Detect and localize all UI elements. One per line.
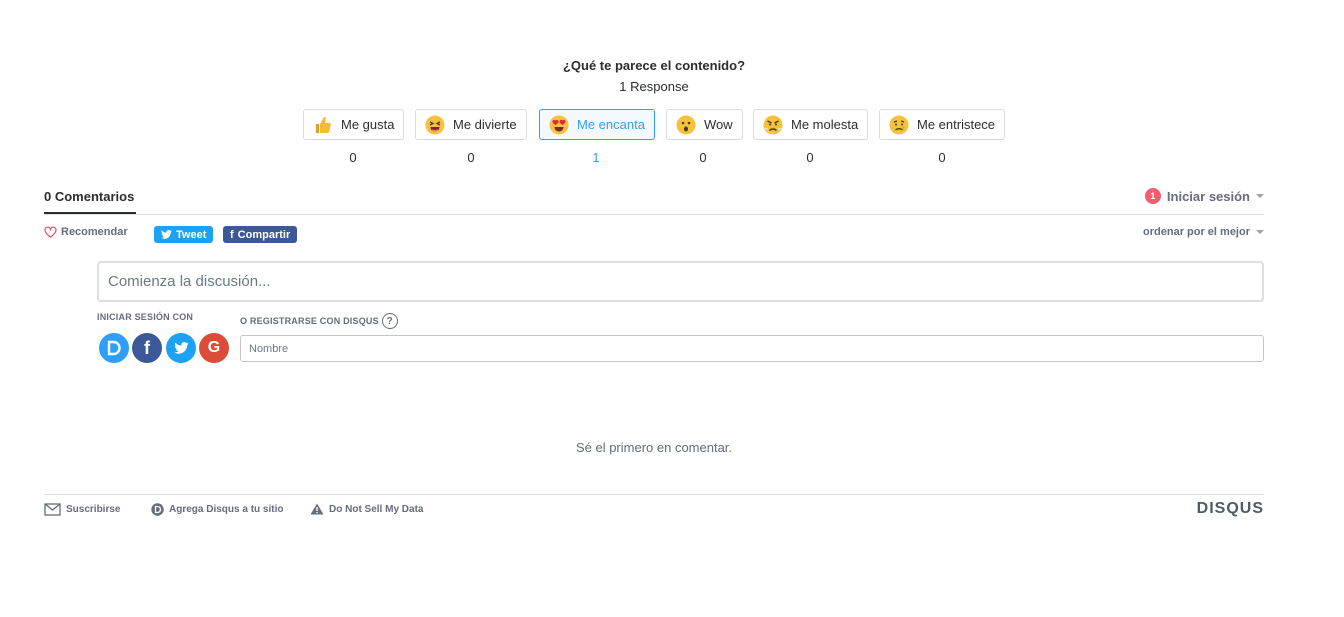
twitter-login-button[interactable] (166, 333, 196, 363)
comment-composer[interactable]: Comienza la discusión... (97, 261, 1264, 302)
notification-badge: 1 (1144, 188, 1161, 204)
google-login-button[interactable]: G (199, 333, 229, 363)
thumbs-up-icon (313, 115, 333, 135)
reaction-count-me-divierte: 0 (467, 150, 475, 165)
reactions-title: ¿Qué te parece el contenido? (562, 58, 746, 73)
recommend-button[interactable]: Recomendar (44, 226, 128, 238)
facebook-icon: f (230, 228, 234, 241)
facebook-login-button[interactable]: f (132, 333, 162, 363)
reaction-button-me-gusta[interactable]: Me gusta (303, 109, 405, 140)
tweet-label: Tweet (176, 228, 207, 241)
disqus-icon (151, 503, 164, 516)
do-not-sell-link[interactable]: Do Not Sell My Data (310, 503, 423, 515)
warning-icon (310, 503, 324, 515)
reaction-count-me-gusta: 0 (349, 150, 357, 165)
header-divider (44, 214, 1264, 215)
reaction-count-me-entristece: 0 (938, 150, 946, 165)
reaction-label: Me encanta (577, 117, 645, 132)
facebook-icon: f (144, 337, 150, 358)
reaction-label: Wow (704, 117, 733, 132)
google-icon: G (207, 339, 221, 356)
reaction-button-me-molesta[interactable]: Me molesta (753, 109, 869, 140)
empty-thread-message: Sé el primero en comentar. (575, 440, 733, 455)
reaction-count-wow: 0 (699, 150, 707, 165)
login-with-label: INICIAR SESIÓN CON (97, 312, 194, 322)
disqus-icon (107, 340, 121, 356)
disqus-logo[interactable]: DISQUS (1197, 500, 1264, 518)
envelope-icon (44, 503, 61, 516)
do-not-sell-label: Do Not Sell My Data (329, 503, 424, 515)
reaction-button-me-divierte[interactable]: Me divierte (415, 109, 527, 140)
angry-face-icon (763, 115, 783, 135)
add-disqus-link[interactable]: Agrega Disqus a tu sitio (151, 503, 283, 516)
heart-eyes-face-icon (549, 115, 569, 135)
reaction-label: Me divierte (453, 117, 517, 132)
chevron-down-icon (1256, 194, 1264, 198)
reaction-label: Me molesta (791, 117, 859, 132)
register-with-disqus: O REGISTRARSE CON DISQUS ? (240, 313, 398, 329)
twitter-icon (161, 230, 172, 239)
facebook-share-button[interactable]: f Compartir (223, 226, 298, 243)
twitter-icon (173, 342, 189, 354)
reaction-label: Me entristece (917, 117, 996, 132)
subscribe-link[interactable]: Suscribirse (44, 503, 120, 516)
name-field[interactable] (240, 335, 1264, 362)
help-icon[interactable]: ? (381, 313, 398, 329)
composer-placeholder: Comienza la discusión... (108, 273, 271, 290)
add-disqus-label: Agrega Disqus a tu sitio (169, 504, 284, 515)
recommend-label: Recomendar (61, 226, 128, 238)
sort-dropdown[interactable]: ordenar por el mejor (1143, 226, 1264, 238)
register-label: O REGISTRARSE CON DISQUS (240, 316, 379, 326)
reactions-response-count: 1 Response (619, 79, 689, 94)
login-label: Iniciar sesión (1166, 188, 1250, 204)
tweet-button[interactable]: Tweet (154, 226, 214, 243)
sort-label: ordenar por el mejor (1143, 226, 1250, 238)
reaction-label: Me gusta (341, 117, 395, 132)
reaction-count-me-molesta: 0 (806, 150, 814, 165)
sad-face-icon (889, 115, 909, 135)
surprised-face-icon (676, 115, 696, 135)
disqus-login-button[interactable] (99, 333, 129, 363)
subscribe-label: Suscribirse (66, 504, 121, 515)
login-menu[interactable]: 1 Iniciar sesión (1144, 188, 1264, 204)
reaction-button-me-encanta[interactable]: Me encanta (539, 109, 655, 140)
reaction-button-me-entristece[interactable]: Me entristece (879, 109, 1006, 140)
tab-comments[interactable]: 0 Comentarios (44, 189, 134, 204)
laughing-face-icon (425, 115, 445, 135)
heart-icon (44, 226, 57, 238)
share-label: Compartir (237, 228, 291, 241)
footer-divider (44, 494, 1264, 495)
reaction-button-wow[interactable]: Wow (666, 109, 743, 140)
chevron-down-icon (1256, 230, 1264, 234)
reaction-count-me-encanta: 1 (592, 150, 600, 165)
